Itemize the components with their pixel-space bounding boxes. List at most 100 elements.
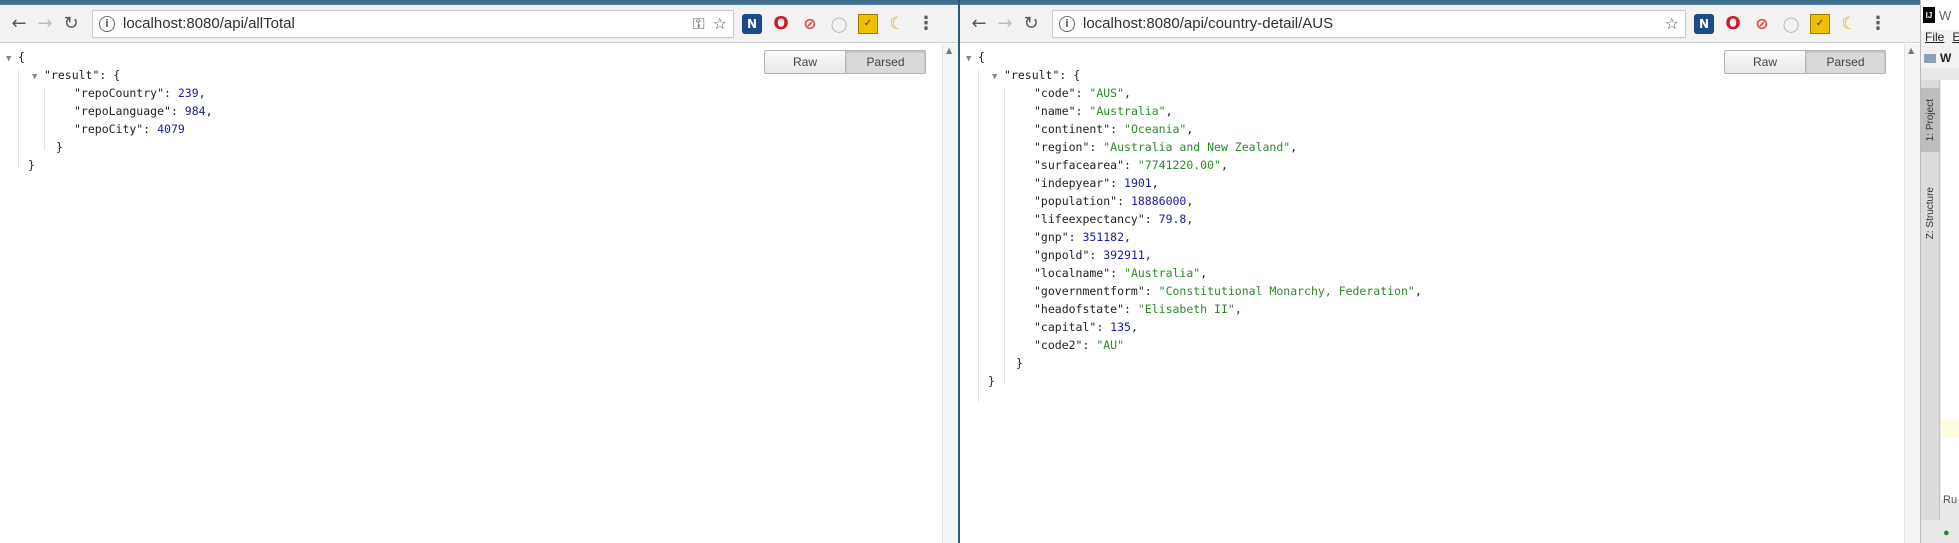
info-icon[interactable]: i <box>1059 15 1075 32</box>
ide-tool-window-strip: 1: Project Z: Structure <box>1921 80 1940 520</box>
browser-toolbar: ← → ↻ i localhost:8080/api/country-detai… <box>960 5 1920 43</box>
json-value: "Australia" <box>1124 266 1201 280</box>
vertical-scrollbar[interactable]: ▲ <box>1904 44 1920 543</box>
back-button[interactable]: ← <box>966 11 992 37</box>
ide-current-line <box>1941 420 1959 438</box>
json-entries: "code": "AUS", "name": "Australia", "conti… <box>966 84 1422 354</box>
raw-button[interactable]: Raw <box>765 51 845 73</box>
json-comma: , <box>1186 122 1194 136</box>
json-comma: , <box>205 104 213 118</box>
json-value: "Elisabeth II" <box>1137 302 1235 316</box>
json-entry: "code2": "AU" <box>966 336 1422 354</box>
ide-run-tab[interactable]: Ru <box>1941 494 1959 512</box>
parsed-button[interactable]: Parsed <box>845 51 925 73</box>
tool-tab-project[interactable]: 1: Project <box>1921 88 1940 152</box>
ide-title-bar: IJ W <box>1921 0 1959 30</box>
json-value: "AU" <box>1096 338 1125 352</box>
extension-note-icon[interactable]: ✓ <box>1810 13 1830 34</box>
extension-block-icon[interactable]: ⊘ <box>1752 14 1772 34</box>
kebab-menu-icon[interactable]: ⋮ <box>1868 13 1888 34</box>
parsed-button[interactable]: Parsed <box>1805 51 1885 73</box>
address-url[interactable]: localhost:8080/api/allTotal <box>123 15 295 32</box>
json-entry: "gnp": 351182, <box>966 228 1422 246</box>
browser-window-right: ← → ↻ i localhost:8080/api/country-detai… <box>960 0 1920 543</box>
json-colon: : <box>1075 86 1090 100</box>
json-value: 18886000 <box>1130 194 1187 208</box>
back-button[interactable]: ← <box>6 11 32 37</box>
json-value: 4079 <box>157 122 185 136</box>
json-comma: , <box>1144 248 1152 262</box>
extension-n-icon[interactable]: N <box>1694 13 1714 34</box>
extension-opera-icon[interactable]: O <box>1723 13 1743 34</box>
json-entry: "name": "Australia", <box>966 102 1422 120</box>
json-entry: "governmentform": "Constitutional Monarc… <box>966 282 1422 300</box>
json-value: "AUS" <box>1089 86 1125 100</box>
raw-parsed-toggle: Raw Parsed <box>764 50 926 74</box>
browser-window-left: ← → ↻ i localhost:8080/api/allTotal ⚿ ☆ … <box>0 0 958 543</box>
reload-button[interactable]: ↻ <box>1018 11 1044 37</box>
json-entry: "region": "Australia and New Zealand", <box>966 138 1422 156</box>
extension-moon-icon[interactable]: ☾ <box>887 14 907 34</box>
json-entry: "repoLanguage": 984, <box>6 102 213 120</box>
json-colon: : <box>1144 212 1159 226</box>
json-colon: : <box>1110 122 1125 136</box>
address-url[interactable]: localhost:8080/api/country-detail/AUS <box>1083 15 1333 32</box>
json-colon: : <box>1110 176 1125 190</box>
json-colon: : <box>170 104 185 118</box>
folder-icon <box>1924 53 1936 63</box>
json-tree: ▼{ ▼ "result": { "repoCountry": 239, "repo… <box>6 48 213 174</box>
json-key: "continent" <box>1034 122 1111 136</box>
json-value: 1901 <box>1124 176 1152 190</box>
menu-edit[interactable]: E <box>1952 30 1959 48</box>
json-entry: "repoCountry": 239, <box>6 84 213 102</box>
ide-breadcrumb: W <box>1921 48 1959 68</box>
address-bar[interactable]: i localhost:8080/api/allTotal ⚿ ☆ <box>92 9 734 38</box>
star-icon[interactable]: ☆ <box>713 14 727 33</box>
address-bar[interactable]: i localhost:8080/api/country-detail/AUS … <box>1052 9 1686 38</box>
reload-button[interactable]: ↻ <box>58 11 84 37</box>
forward-button[interactable]: → <box>32 11 58 37</box>
extension-note-icon[interactable]: ✓ <box>858 13 878 34</box>
scroll-up-icon[interactable]: ▲ <box>946 46 952 55</box>
json-key: "indepyear" <box>1034 176 1111 190</box>
project-name[interactable]: W <box>1940 51 1951 65</box>
scroll-up-icon[interactable]: ▲ <box>1908 46 1914 55</box>
raw-button[interactable]: Raw <box>1725 51 1805 73</box>
json-comma: , <box>1124 86 1131 100</box>
json-entry: "population": 18886000, <box>966 192 1422 210</box>
info-icon[interactable]: i <box>99 15 115 32</box>
json-key: "repoCity" <box>74 122 144 136</box>
json-colon: : <box>143 122 158 136</box>
json-colon: : <box>1117 194 1131 208</box>
extension-n-icon[interactable]: N <box>742 13 762 34</box>
json-value: "Oceania" <box>1124 122 1187 136</box>
json-key: "code2" <box>1034 338 1083 352</box>
tool-tab-structure[interactable]: Z: Structure <box>1921 172 1940 254</box>
key-icon[interactable]: ⚿ <box>692 14 704 34</box>
json-viewer: ▼{ ▼ "result": { "code": "AUS", "name": "A… <box>960 44 1920 543</box>
json-result-line: ▼ "result": { <box>966 66 1422 84</box>
vertical-scrollbar[interactable]: ▲ <box>942 44 958 543</box>
json-root-close: } <box>28 158 35 172</box>
kebab-menu-icon[interactable]: ⋮ <box>916 13 936 34</box>
json-value: 392911 <box>1103 248 1145 262</box>
ide-title-text: W <box>1939 7 1952 23</box>
extension-block-icon[interactable]: ⊘ <box>800 14 820 34</box>
forward-button[interactable]: → <box>992 11 1018 37</box>
raw-parsed-toggle: Raw Parsed <box>1724 50 1886 74</box>
json-key: "code" <box>1034 86 1076 100</box>
extension-moon-icon[interactable]: ☾ <box>1839 14 1859 34</box>
extension-opera-icon[interactable]: O <box>771 13 791 34</box>
json-key: "result" <box>1004 68 1060 82</box>
json-colon: : <box>164 86 178 100</box>
extension-grey-icon[interactable]: ◯ <box>829 14 849 34</box>
menu-file[interactable]: File <box>1925 30 1944 48</box>
json-result-close: } <box>56 140 63 154</box>
extension-grey-icon[interactable]: ◯ <box>1781 14 1801 34</box>
json-comma: , <box>1165 104 1173 118</box>
json-entry: "repoCity": 4079 <box>6 120 213 138</box>
star-icon[interactable]: ☆ <box>1665 14 1679 33</box>
json-comma: , <box>1124 230 1131 244</box>
json-value: "Constitutional Monarchy, Federation" <box>1158 284 1415 298</box>
json-comma: , <box>1414 284 1422 298</box>
